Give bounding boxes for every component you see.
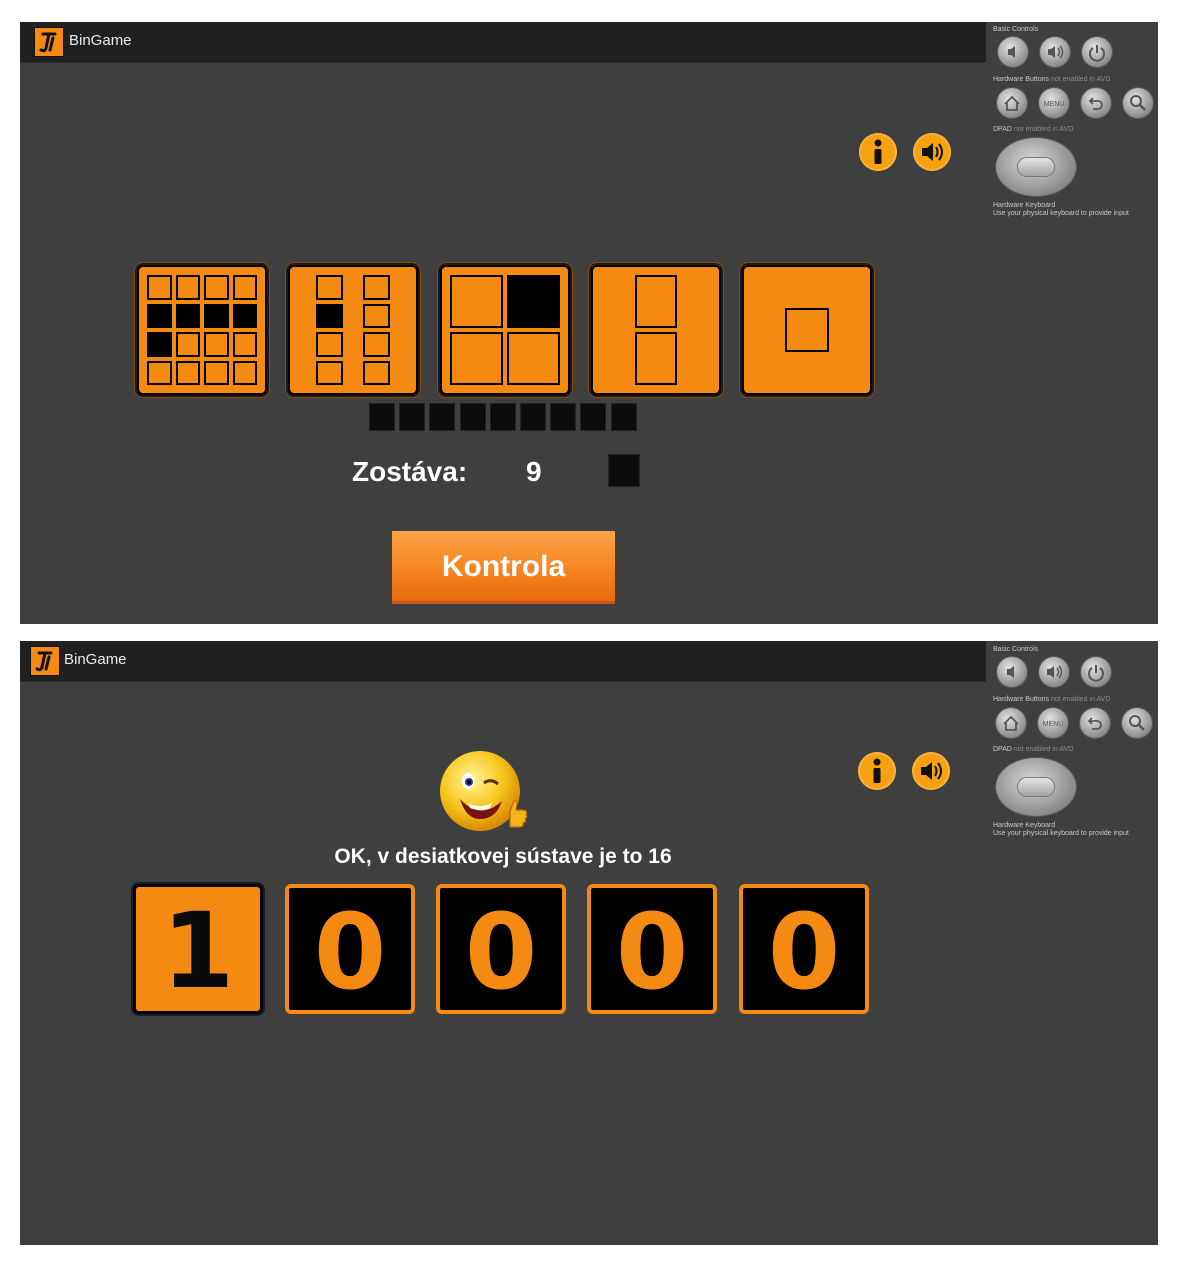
- emulator-controls-panel: Basic Controls Hardware Buttons not enab…: [986, 641, 1158, 1245]
- tile-cell: [147, 360, 172, 385]
- game-screen: BinGame Basic Controls Hardware Buttons …: [20, 22, 1158, 624]
- dpad-center-button[interactable]: [1018, 158, 1054, 176]
- tile-cell: [204, 275, 229, 300]
- volume-up-icon[interactable]: [1040, 37, 1070, 67]
- tile-cell: [450, 275, 503, 328]
- app-title: BinGame: [64, 651, 127, 668]
- sound-icon[interactable]: [912, 752, 950, 790]
- dpad-caption: DPAD not enabled in AVD: [993, 746, 1074, 753]
- tile-cell: [175, 332, 200, 357]
- tile-cell: [204, 332, 229, 357]
- home-icon[interactable]: [997, 88, 1027, 118]
- tile-cell: [363, 360, 390, 385]
- binary-digit: 0: [285, 884, 415, 1014]
- winking-smiley-icon: [440, 751, 528, 831]
- binary-tile[interactable]: [137, 265, 267, 395]
- tile-cell: [785, 308, 829, 352]
- back-icon[interactable]: [1080, 708, 1110, 738]
- app-logo-icon[interactable]: [34, 27, 64, 57]
- hardware-buttons-caption: Hardware Buttons not enabled in AVD: [993, 696, 1111, 703]
- tile-cell: [232, 275, 257, 300]
- tile-cell: [175, 303, 200, 328]
- current-square[interactable]: [608, 454, 640, 487]
- tile-cell: [316, 275, 343, 300]
- remaining-square[interactable]: [369, 403, 395, 431]
- tile-cell: [363, 332, 390, 357]
- app-title: BinGame: [69, 32, 132, 49]
- binary-tile[interactable]: [288, 265, 418, 395]
- tile-cell: [147, 303, 172, 328]
- svg-text:MENU: MENU: [1043, 721, 1064, 728]
- power-icon[interactable]: [1081, 657, 1111, 687]
- dpad-control[interactable]: [996, 138, 1076, 196]
- tile-cell: [635, 332, 677, 385]
- binary-digit: 0: [739, 884, 869, 1014]
- remaining-count: 9: [526, 456, 542, 487]
- hardware-buttons-caption: Hardware Buttons not enabled in AVD: [993, 76, 1111, 83]
- tile-cell: [635, 275, 677, 328]
- tile-cell: [450, 332, 503, 385]
- basic-controls-caption: Basic Controls: [993, 26, 1039, 33]
- dpad-caption: DPAD not enabled in AVD: [993, 126, 1074, 133]
- tile-cell: [363, 303, 390, 328]
- action-bar: BinGame: [20, 641, 986, 682]
- remaining-square[interactable]: [489, 403, 516, 431]
- emulator-controls-panel: Basic Controls Hardware Buttons not enab…: [986, 22, 1158, 624]
- info-icon[interactable]: [859, 133, 897, 171]
- dpad-control[interactable]: [996, 758, 1076, 816]
- volume-down-icon[interactable]: [998, 37, 1028, 67]
- menu-button[interactable]: MENU: [1039, 88, 1069, 118]
- home-icon[interactable]: [996, 708, 1026, 738]
- tile-cell: [175, 360, 200, 385]
- action-bar: BinGame: [20, 22, 986, 63]
- tile-cell: [316, 303, 343, 328]
- volume-up-icon[interactable]: [1039, 657, 1069, 687]
- dpad-center-button[interactable]: [1018, 778, 1054, 796]
- remaining-square[interactable]: [429, 403, 456, 431]
- hardware-keyboard-caption: Hardware Keyboard Use your physical keybo…: [993, 202, 1129, 217]
- tile-cell: [232, 332, 257, 357]
- binary-tile[interactable]: [440, 265, 570, 395]
- remaining-square[interactable]: [459, 403, 486, 431]
- tile-cell: [232, 360, 257, 385]
- binary-digit: 1: [133, 884, 263, 1014]
- tile-cell: [204, 303, 229, 328]
- remaining-square[interactable]: [550, 403, 577, 431]
- tile-cell: [147, 332, 172, 357]
- tile-cell: [363, 275, 390, 300]
- volume-down-icon[interactable]: [997, 657, 1027, 687]
- tile-cell: [147, 275, 172, 300]
- tile-cell: [175, 275, 200, 300]
- binary-digit: 0: [436, 884, 566, 1014]
- result-screen: BinGame Basic Controls Hardware Buttons …: [20, 641, 1158, 1245]
- tile-cell: [232, 303, 257, 328]
- svg-text:MENU: MENU: [1044, 101, 1065, 108]
- basic-controls-caption: Basic Controls: [993, 646, 1039, 653]
- search-icon[interactable]: [1123, 88, 1153, 118]
- check-button[interactable]: Kontrola: [392, 531, 615, 604]
- remaining-label: Zostáva:: [352, 456, 468, 487]
- remaining-square[interactable]: [580, 403, 607, 431]
- tile-cell: [507, 275, 560, 328]
- sound-icon[interactable]: [913, 133, 951, 171]
- menu-button[interactable]: MENU: [1038, 708, 1068, 738]
- binary-tile[interactable]: [591, 265, 721, 395]
- remaining-square[interactable]: [520, 403, 546, 431]
- back-icon[interactable]: [1081, 88, 1111, 118]
- binary-tile[interactable]: [742, 265, 872, 395]
- tile-cell: [316, 332, 343, 357]
- hardware-keyboard-caption: Hardware Keyboard Use your physical keybo…: [993, 822, 1129, 837]
- tile-cell: [507, 332, 560, 385]
- binary-digit: 0: [587, 884, 717, 1014]
- result-message: OK, v desiatkovej sústave je to 16: [334, 845, 672, 868]
- remaining-square[interactable]: [610, 403, 637, 431]
- info-icon[interactable]: [858, 752, 896, 790]
- search-icon[interactable]: [1122, 708, 1152, 738]
- remaining-square[interactable]: [399, 403, 426, 431]
- tile-cell: [316, 360, 343, 385]
- tile-cell: [204, 360, 229, 385]
- power-icon[interactable]: [1082, 37, 1112, 67]
- app-logo-icon[interactable]: [30, 646, 60, 676]
